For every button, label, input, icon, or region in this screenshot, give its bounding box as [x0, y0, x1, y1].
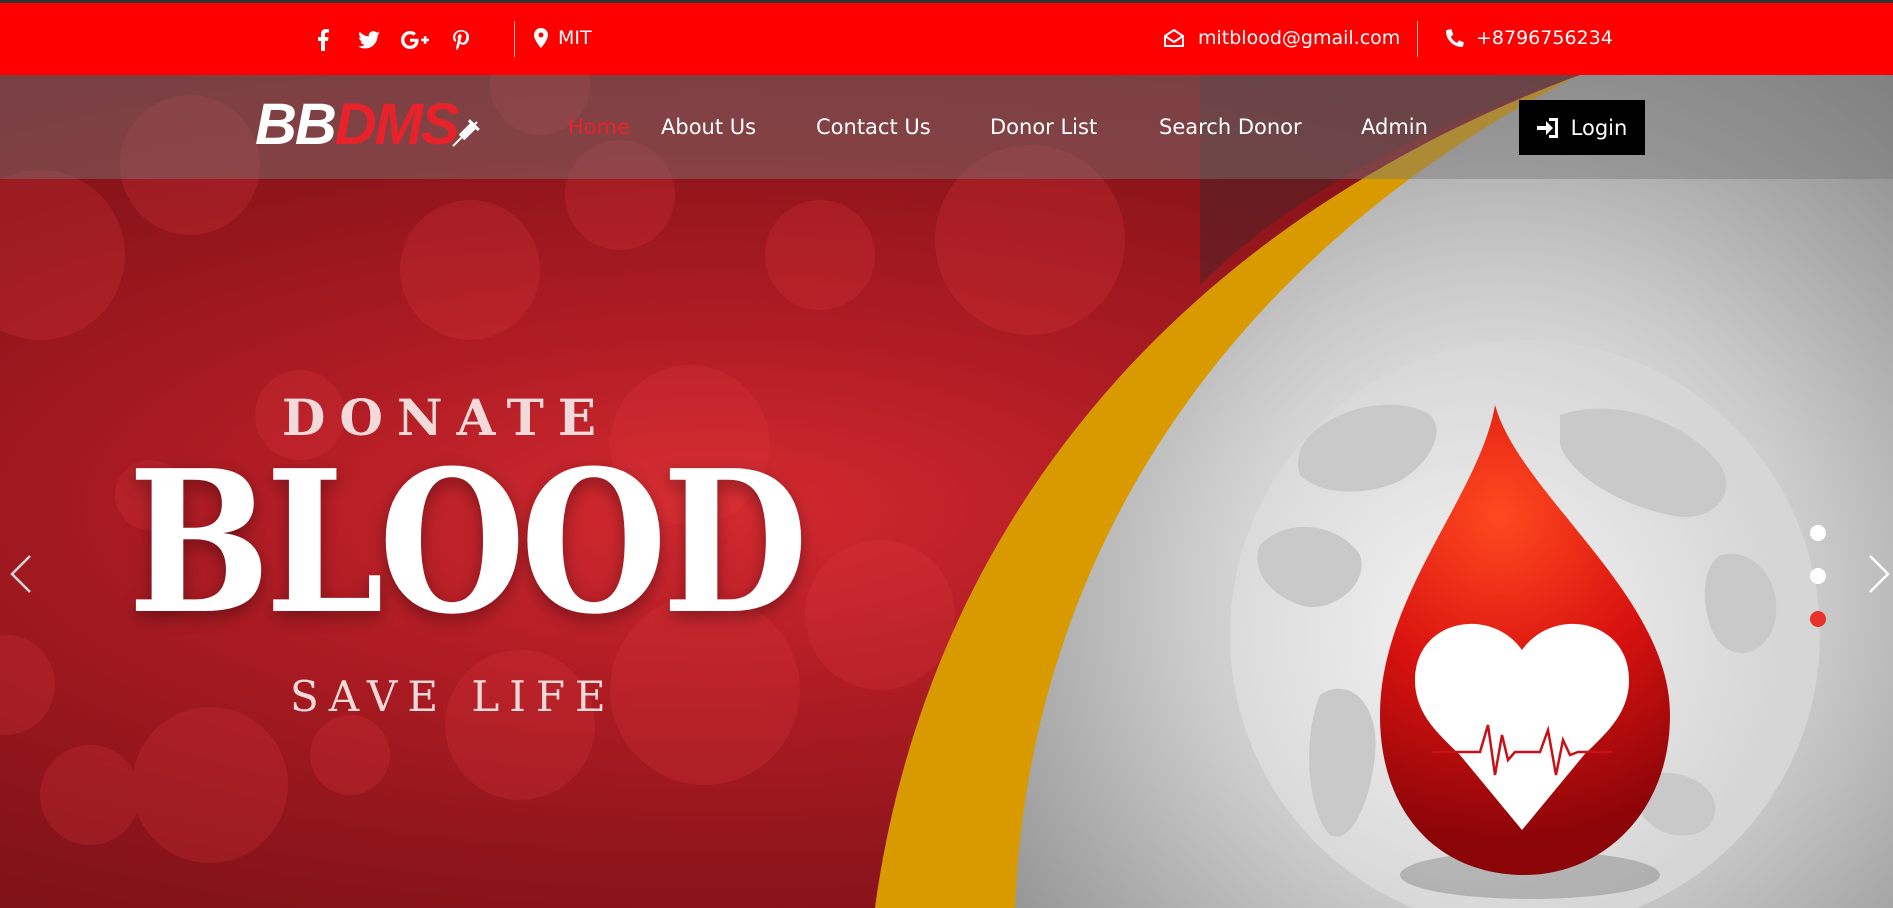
location-text: MIT	[558, 27, 592, 49]
logo-part-bb: BB	[255, 92, 337, 157]
pinterest-icon[interactable]	[438, 25, 484, 55]
top-bar: MIT mitblood@gmail.com +8796756234	[0, 0, 1893, 75]
slide-heading-save-life: SAVE LIFE	[290, 672, 616, 721]
logo-part-dms: DMS	[334, 92, 460, 157]
location-info: MIT	[534, 27, 592, 49]
twitter-icon[interactable]	[346, 25, 392, 55]
slide-heading-blood: BLOOD	[128, 428, 808, 658]
email-text: mitblood@gmail.com	[1198, 27, 1401, 49]
nav-contact-us[interactable]: Contact Us	[816, 115, 931, 139]
site-logo[interactable]: BBDMS	[255, 92, 460, 157]
divider	[514, 21, 515, 57]
login-button[interactable]: Login	[1519, 100, 1645, 155]
phone-text: +8796756234	[1476, 27, 1613, 49]
carousel-indicator-2[interactable]	[1810, 568, 1826, 584]
carousel-indicator-1[interactable]	[1810, 525, 1826, 541]
phone-info[interactable]: +8796756234	[1446, 27, 1613, 49]
map-marker-icon	[534, 28, 548, 48]
carousel-next-arrow-icon[interactable]	[1864, 552, 1893, 596]
carousel-prev-arrow-icon[interactable]	[6, 552, 36, 596]
syringe-icon	[452, 119, 480, 147]
nav-search-donor[interactable]: Search Donor	[1159, 115, 1302, 139]
carousel-indicator-3[interactable]	[1810, 611, 1826, 627]
envelope-icon	[1164, 29, 1184, 47]
nav-admin[interactable]: Admin	[1361, 115, 1428, 139]
nav-home[interactable]: Home	[568, 115, 630, 139]
sign-in-icon	[1536, 117, 1558, 138]
phone-icon	[1446, 29, 1464, 47]
google-plus-icon[interactable]	[392, 25, 438, 55]
login-label: Login	[1570, 115, 1628, 140]
nav-donor-list[interactable]: Donor List	[990, 115, 1097, 139]
social-links	[300, 25, 484, 55]
nav-about-us[interactable]: About Us	[661, 115, 756, 139]
email-info[interactable]: mitblood@gmail.com	[1164, 27, 1400, 49]
divider	[1417, 21, 1418, 57]
main-navbar: BBDMS Home About Us Contact Us Donor Lis…	[0, 75, 1893, 179]
facebook-icon[interactable]	[300, 25, 346, 55]
